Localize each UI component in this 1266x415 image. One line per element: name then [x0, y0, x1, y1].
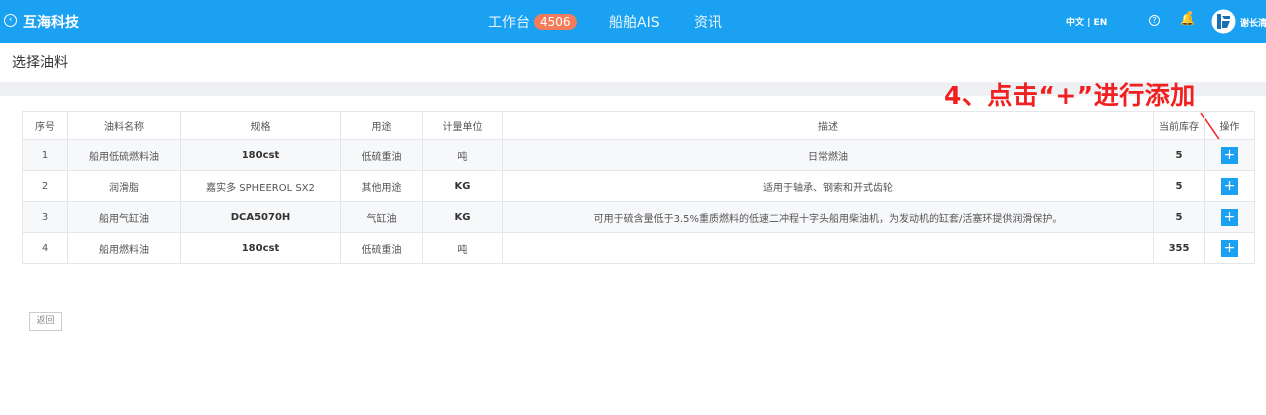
table-row: 2 润滑脂 嘉实多 SPHEEROL SX2 其他用途 KG 适用于轴承、钢索和…	[22, 170, 1255, 202]
table-row: 1 船用低硫燃料油 180cst 低硫重油 吨 日常燃油 5 +	[22, 139, 1255, 171]
cell-stock: 5	[1153, 201, 1205, 233]
header-spec: 规格	[180, 111, 341, 140]
cell-unit: KG	[422, 201, 503, 233]
cell-description: 适用于轴承、钢索和开式齿轮	[502, 170, 1154, 202]
notification-bell-icon[interactable]: 🔔	[1180, 13, 1195, 25]
add-button[interactable]: +	[1221, 208, 1238, 226]
cell-description	[502, 232, 1154, 264]
cell-spec: 嘉实多 SPHEEROL SX2	[180, 170, 341, 202]
cell-oil-name: 船用气缸油	[67, 201, 181, 233]
cell-spec: DCA5070H	[180, 201, 341, 233]
cell-unit: 吨	[422, 139, 503, 171]
header-unit: 计量单位	[422, 111, 503, 140]
cell-index: 4	[22, 232, 68, 264]
oil-selection-table: 序号 油料名称 规格 用途 计量单位 描述 当前库存 操作 1 船用低硫燃料油 …	[22, 111, 1255, 264]
nav-ship-ais[interactable]: 船舶AIS	[609, 12, 660, 32]
header-oil-name: 油料名称	[67, 111, 181, 140]
notification-dot	[1188, 11, 1192, 15]
cell-oil-name: 润滑脂	[67, 170, 181, 202]
return-button[interactable]: 返回	[29, 312, 62, 331]
cell-usage: 低硫重油	[340, 232, 423, 264]
cell-action: +	[1204, 232, 1255, 264]
cell-stock: 355	[1153, 232, 1205, 264]
cell-description: 可用于硫含量低于3.5%重质燃料的低速二冲程十字头船用柴油机，为发动机的缸套/活…	[502, 201, 1154, 233]
cell-unit: 吨	[422, 232, 503, 264]
cell-action: +	[1204, 170, 1255, 202]
cell-action: +	[1204, 201, 1255, 233]
nav-news[interactable]: 资讯	[694, 12, 722, 32]
header-description: 描述	[502, 111, 1154, 140]
language-switch[interactable]: 中文 | EN	[1066, 15, 1107, 28]
header-stock: 当前库存	[1153, 111, 1205, 140]
add-button[interactable]: +	[1221, 177, 1238, 195]
avatar[interactable]	[1211, 9, 1236, 34]
cell-usage: 低硫重油	[340, 139, 423, 171]
cell-oil-name: 船用燃料油	[67, 232, 181, 264]
help-icon[interactable]: ?	[1149, 15, 1160, 26]
header-index: 序号	[22, 111, 68, 140]
cell-usage: 其他用途	[340, 170, 423, 202]
brand-name[interactable]: 互海科技	[23, 12, 79, 32]
cell-spec: 180cst	[180, 232, 341, 264]
back-icon[interactable]: ‹	[4, 14, 17, 27]
header-usage: 用途	[340, 111, 423, 140]
cell-description: 日常燃油	[502, 139, 1154, 171]
cell-stock: 5	[1153, 170, 1205, 202]
page-title: 选择油料	[12, 55, 68, 71]
nav-workbench-label: 工作台	[488, 15, 530, 31]
cell-spec: 180cst	[180, 139, 341, 171]
cell-oil-name: 船用低硫燃料油	[67, 139, 181, 171]
workbench-count-badge: 4506	[534, 14, 577, 30]
add-button[interactable]: +	[1221, 146, 1238, 164]
cell-index: 3	[22, 201, 68, 233]
table-row: 4 船用燃料油 180cst 低硫重油 吨 355 +	[22, 232, 1255, 264]
cell-stock: 5	[1153, 139, 1205, 171]
cell-usage: 气缸油	[340, 201, 423, 233]
cell-index: 1	[22, 139, 68, 171]
table-row: 3 船用气缸油 DCA5070H 气缸油 KG 可用于硫含量低于3.5%重质燃料…	[22, 201, 1255, 233]
cell-action: +	[1204, 139, 1255, 171]
add-button[interactable]: +	[1221, 239, 1238, 257]
nav-workbench[interactable]: 工作台 4506	[488, 12, 577, 32]
cell-unit: KG	[422, 170, 503, 202]
header-action: 操作	[1204, 111, 1255, 140]
username[interactable]: 谢长清	[1240, 16, 1266, 29]
table-header-row: 序号 油料名称 规格 用途 计量单位 描述 当前库存 操作	[22, 111, 1255, 140]
instruction-annotation: 4、点击“+”进行添加	[944, 81, 1196, 110]
cell-index: 2	[22, 170, 68, 202]
top-navigation-bar: ‹ 互海科技 工作台 4506 船舶AIS 资讯 中文 | EN ? 🔔 谢长清	[0, 0, 1266, 43]
